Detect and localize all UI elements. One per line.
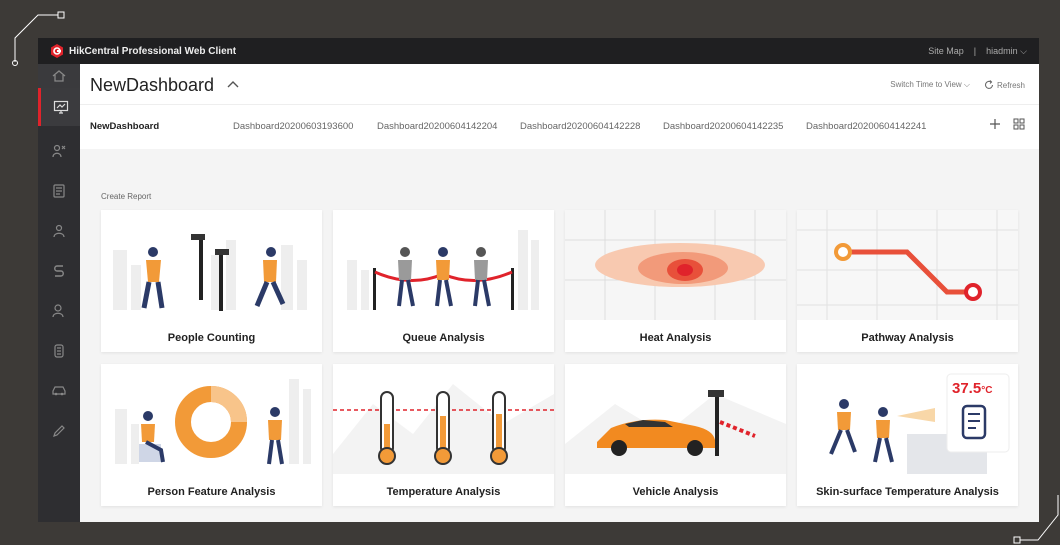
dashboard-icon (53, 100, 68, 114)
card-label: Person Feature Analysis (147, 486, 276, 498)
user-menu[interactable]: hiadmin ⌵ (986, 46, 1027, 57)
hikcentral-logo-icon (51, 44, 63, 58)
sidebar-item-dashboard[interactable] (38, 88, 80, 126)
report-card-skin-surface-temperature-analysis[interactable]: 37.5°C Skin-surface Temperature Analysis (797, 364, 1018, 506)
sidebar-item-people-analysis[interactable] (38, 132, 80, 170)
people-analysis-icon (52, 144, 66, 158)
card-label: Heat Analysis (639, 332, 712, 344)
sidebar-item-temperature[interactable] (38, 332, 80, 370)
main-area: NewDashboard Switch Time to View ⌵ Refre… (80, 64, 1039, 522)
brand: HikCentral Professional Web Client (50, 44, 236, 58)
tab-dashboard-1[interactable]: Dashboard20200603193600 (233, 121, 353, 132)
report-card-heat-analysis[interactable]: Heat Analysis (565, 210, 786, 352)
page-header: NewDashboard Switch Time to View ⌵ Refre… (80, 64, 1039, 104)
group-icon (53, 224, 65, 238)
queue-analysis-illustration (347, 230, 539, 310)
report-card-queue-analysis[interactable]: Queue Analysis (333, 210, 554, 352)
temperature-readout: 37.5°C (952, 380, 992, 397)
tab-dashboard-4[interactable]: Dashboard20200604142235 (663, 121, 783, 132)
card-label: Vehicle Analysis (632, 486, 719, 498)
card-label: Skin-surface Temperature Analysis (816, 486, 999, 498)
people-counting-illustration (113, 234, 307, 311)
chevron-down-icon: ⌵ (1020, 46, 1027, 56)
pathway-icon (54, 265, 64, 277)
report-card-person-feature-analysis[interactable]: Person Feature Analysis (101, 364, 322, 506)
pen-icon (53, 425, 65, 437)
temperature-analysis-illustration (333, 384, 554, 474)
sidebar-item-home[interactable] (38, 64, 80, 88)
home-icon (52, 70, 66, 82)
temperature-unit: °C (981, 385, 993, 396)
report-card-vehicle-analysis[interactable]: Vehicle Analysis (565, 364, 786, 506)
site-map-link[interactable]: Site Map (928, 46, 964, 57)
tab-dashboard-3[interactable]: Dashboard20200604142228 (520, 121, 640, 132)
app-title: HikCentral Professional Web Client (69, 45, 237, 57)
vehicle-icon (52, 386, 66, 396)
person-icon (52, 304, 64, 318)
separator: | (973, 46, 977, 56)
card-label: Queue Analysis (402, 332, 485, 344)
card-label: People Counting (167, 332, 256, 344)
sidebar-item-vehicle[interactable] (38, 372, 80, 410)
sidebar-item-map[interactable] (38, 172, 80, 210)
dashboard-tabs: NewDashboard Dashboard20200603193600 Das… (80, 104, 1039, 149)
report-card-pathway-analysis[interactable]: Pathway Analysis (797, 210, 1018, 352)
refresh-label: Refresh (996, 80, 1025, 90)
section-title: Create Report (101, 192, 152, 201)
chevron-down-icon: ⌵ (963, 80, 970, 89)
sidebar-item-group[interactable] (38, 212, 80, 250)
sidebar (38, 64, 80, 522)
refresh-button[interactable]: Refresh (984, 80, 1025, 90)
refresh-icon (984, 80, 994, 89)
report-card-temperature-analysis[interactable]: Temperature Analysis (333, 364, 554, 506)
pathway-analysis-illustration (797, 210, 1018, 320)
map-icon (53, 184, 65, 198)
tab-newdashboard[interactable]: NewDashboard (90, 121, 159, 132)
card-label: Temperature Analysis (386, 486, 501, 498)
person-feature-illustration (115, 379, 311, 465)
user-name: hiadmin (986, 46, 1018, 56)
add-icon[interactable] (989, 118, 1001, 130)
temperature-value: 37.5 (952, 380, 982, 397)
sidebar-item-person[interactable] (38, 292, 80, 330)
vehicle-analysis-illustration (565, 390, 786, 474)
page-title: NewDashboard (90, 75, 215, 95)
grid-icon[interactable] (1013, 118, 1025, 130)
chevron-up-icon[interactable] (227, 80, 239, 88)
app-window: HikCentral Professional Web Client Site … (38, 38, 1039, 522)
switch-time-label: Switch Time to View (890, 80, 962, 89)
temperature-icon (54, 344, 64, 358)
title-bar: HikCentral Professional Web Client Site … (38, 38, 1039, 64)
card-label: Pathway Analysis (861, 332, 954, 344)
report-card-people-counting[interactable]: People Counting (101, 210, 322, 352)
tab-dashboard-2[interactable]: Dashboard20200604142204 (377, 121, 497, 132)
tab-dashboard-5[interactable]: Dashboard20200604142241 (806, 121, 926, 132)
heat-analysis-illustration (565, 210, 786, 320)
switch-time-dropdown[interactable]: Switch Time to View ⌵ (890, 80, 970, 90)
sidebar-item-pathway[interactable] (38, 252, 80, 290)
sidebar-item-pen[interactable] (38, 412, 80, 450)
